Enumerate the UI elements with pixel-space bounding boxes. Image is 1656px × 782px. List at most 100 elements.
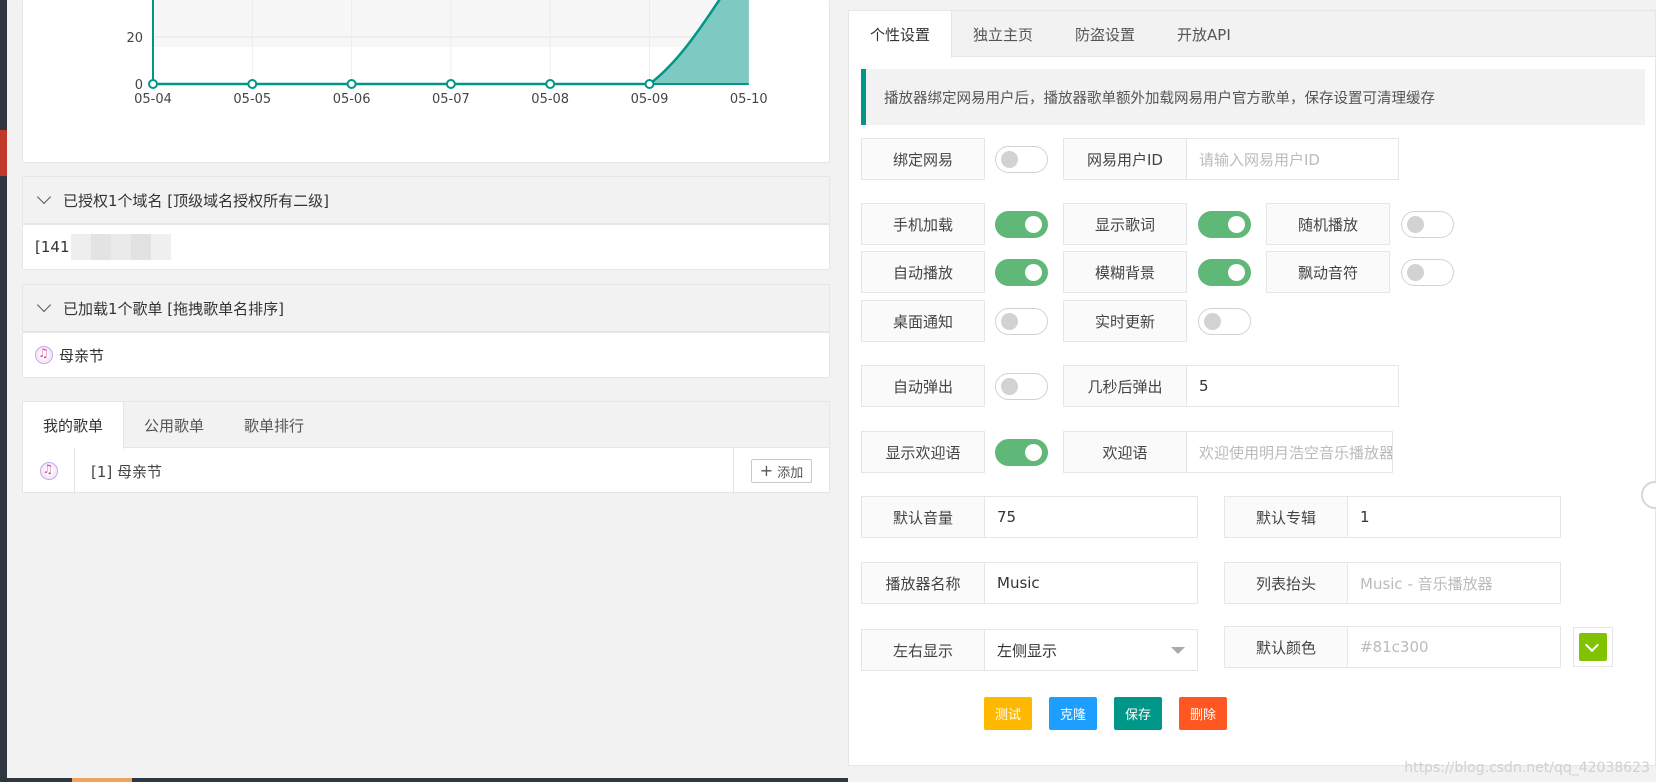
clone-button[interactable]: 克隆 bbox=[1049, 697, 1098, 730]
notice-banner: 播放器绑定网易用户后，播放器歌单额外加载网易用户官方歌单，保存设置可清理缓存 bbox=[861, 69, 1645, 125]
show-welcome-toggle[interactable] bbox=[995, 439, 1048, 466]
sidebar-active-marker bbox=[0, 130, 7, 176]
player-name-input[interactable]: Music bbox=[984, 562, 1198, 604]
default-color-input[interactable]: #81c300 bbox=[1347, 626, 1561, 668]
default-album-input[interactable]: 1 bbox=[1347, 496, 1561, 538]
side-display-label: 左右显示 bbox=[861, 629, 985, 671]
data-point bbox=[644, 79, 655, 89]
welcome-label: 欢迎语 bbox=[1063, 431, 1187, 473]
mobile-load-toggle[interactable] bbox=[995, 211, 1048, 238]
loaded-playlists-body: 母亲节 bbox=[22, 332, 830, 378]
chevron-down-icon bbox=[36, 297, 52, 313]
domains-panel-header[interactable]: 已授权1个域名 [顶级域名授权所有二级] bbox=[22, 176, 830, 224]
x-tick-label: 05-06 bbox=[333, 92, 371, 107]
live-update-toggle[interactable] bbox=[1198, 308, 1251, 335]
netease-id-label: 网易用户ID bbox=[1063, 138, 1187, 180]
table-row: [1] 母亲节 + 添加 bbox=[23, 448, 829, 494]
side-display-select[interactable]: 左侧显示 bbox=[984, 629, 1198, 671]
color-picker-button[interactable] bbox=[1573, 627, 1613, 667]
x-tick-label: 05-09 bbox=[631, 92, 669, 107]
stats-chart-card: 05-04 05-05 05-06 05-07 05-08 05-09 05-10 0 20 bbox=[22, 0, 830, 163]
bind-netease-toggle[interactable] bbox=[995, 146, 1048, 173]
row-action-cell: + 添加 bbox=[733, 448, 829, 494]
popup-delay-label: 几秒后弹出 bbox=[1063, 365, 1187, 407]
data-point bbox=[148, 79, 158, 89]
blurred-domain-redaction bbox=[71, 234, 172, 260]
x-tick-label: 05-05 bbox=[233, 92, 271, 107]
playlist-name: [1] 母亲节 bbox=[91, 462, 163, 481]
chevron-down-icon bbox=[36, 189, 52, 205]
watermark-text: https://blog.csdn.net/qq_42038623 bbox=[1404, 760, 1650, 776]
tab-standalone-page[interactable]: 独立主页 bbox=[952, 11, 1054, 57]
bottom-bar bbox=[0, 778, 848, 782]
add-playlist-button[interactable]: + 添加 bbox=[750, 459, 813, 483]
x-tick-label: 05-04 bbox=[134, 92, 172, 107]
mobile-load-label: 手机加载 bbox=[861, 203, 985, 245]
default-album-label: 默认专辑 bbox=[1224, 496, 1348, 538]
settings-panel: 个性设置 独立主页 防盗设置 开放API 播放器绑定网易用户后，播放器歌单额外加… bbox=[848, 10, 1656, 766]
tab-public-playlists[interactable]: 公用歌单 bbox=[124, 402, 224, 448]
float-notes-toggle[interactable] bbox=[1401, 259, 1454, 286]
floating-circle-handle[interactable] bbox=[1641, 481, 1656, 509]
live-update-label: 实时更新 bbox=[1063, 300, 1187, 342]
tab-personal-settings[interactable]: 个性设置 bbox=[849, 11, 953, 58]
default-volume-input[interactable]: 75 bbox=[984, 496, 1198, 538]
y-tick-label: 20 bbox=[126, 31, 143, 46]
loaded-playlists-header[interactable]: 已加载1个歌单 [拖拽歌单名排序] bbox=[22, 284, 830, 332]
tab-playlist-ranking[interactable]: 歌单排行 bbox=[224, 402, 324, 448]
music-note-icon bbox=[39, 462, 58, 480]
float-notes-label: 飘动音符 bbox=[1266, 251, 1390, 293]
auto-popup-toggle[interactable] bbox=[995, 373, 1048, 400]
show-lyrics-label: 显示歌词 bbox=[1063, 203, 1187, 245]
music-note-icon bbox=[35, 346, 53, 364]
blur-bg-toggle[interactable] bbox=[1198, 259, 1251, 286]
loaded-playlists-panel: 已加载1个歌单 [拖拽歌单名排序] 母亲节 bbox=[22, 284, 830, 378]
show-welcome-label: 显示欢迎语 bbox=[861, 431, 985, 473]
domain-item: [141 bbox=[35, 238, 70, 256]
delete-button[interactable]: 删除 bbox=[1179, 697, 1228, 730]
tab-open-api[interactable]: 开放API bbox=[1156, 11, 1252, 57]
save-button[interactable]: 保存 bbox=[1114, 697, 1163, 730]
blur-bg-label: 模糊背景 bbox=[1063, 251, 1187, 293]
popup-delay-input[interactable]: 5 bbox=[1186, 365, 1399, 407]
domains-panel: 已授权1个域名 [顶级域名授权所有二级] [141 bbox=[22, 176, 830, 270]
auto-play-toggle[interactable] bbox=[995, 259, 1048, 286]
caret-down-icon bbox=[1171, 647, 1185, 654]
settings-tabbar: 个性设置 独立主页 防盗设置 开放API bbox=[849, 11, 1655, 58]
data-point bbox=[247, 79, 258, 89]
tab-anti-leech[interactable]: 防盗设置 bbox=[1054, 11, 1156, 57]
list-header-input[interactable]: Music - 音乐播放器 bbox=[1347, 562, 1561, 604]
auto-play-label: 自动播放 bbox=[861, 251, 985, 293]
data-point bbox=[545, 79, 556, 89]
side-display-value: 左侧显示 bbox=[997, 641, 1058, 660]
domains-panel-body: [141 bbox=[22, 224, 830, 270]
x-tick-label: 05-10 bbox=[730, 92, 768, 107]
playlist-tabbar: 我的歌单 公用歌单 歌单排行 bbox=[23, 402, 829, 449]
app-sidebar-edge bbox=[0, 0, 7, 782]
x-tick-label: 05-07 bbox=[432, 92, 470, 107]
default-color-label: 默认颜色 bbox=[1224, 626, 1348, 668]
welcome-input[interactable]: 欢迎使用明月浩空音乐播放器 bbox=[1186, 431, 1393, 473]
add-playlist-label: 添加 bbox=[777, 465, 804, 481]
player-name-label: 播放器名称 bbox=[861, 562, 985, 604]
area-chart: 05-04 05-05 05-06 05-07 05-08 05-09 05-10 0 20 bbox=[126, 0, 768, 107]
tab-my-playlists[interactable]: 我的歌单 bbox=[23, 402, 125, 449]
domains-panel-title: 已授权1个域名 [顶级域名授权所有二级] bbox=[63, 191, 330, 210]
x-tick-label: 05-08 bbox=[531, 92, 569, 107]
bind-netease-label: 绑定网易 bbox=[861, 138, 985, 180]
random-play-toggle[interactable] bbox=[1401, 211, 1454, 238]
default-volume-label: 默认音量 bbox=[861, 496, 985, 538]
loaded-playlists-title: 已加载1个歌单 [拖拽歌单名排序] bbox=[63, 299, 285, 318]
data-point bbox=[445, 79, 456, 89]
bottom-bar-accent bbox=[72, 778, 132, 782]
plus-icon: + bbox=[759, 461, 774, 480]
test-button[interactable]: 测试 bbox=[984, 697, 1033, 730]
y-tick-label: 0 bbox=[135, 78, 143, 93]
row-icon-cell bbox=[23, 448, 75, 494]
netease-id-input[interactable]: 请输入网易用户ID bbox=[1186, 138, 1399, 180]
desktop-notify-toggle[interactable] bbox=[995, 308, 1048, 335]
random-play-label: 随机播放 bbox=[1266, 203, 1390, 245]
show-lyrics-toggle[interactable] bbox=[1198, 211, 1251, 238]
list-header-label: 列表抬头 bbox=[1224, 562, 1348, 604]
loaded-playlist-item[interactable]: 母亲节 bbox=[59, 345, 104, 366]
